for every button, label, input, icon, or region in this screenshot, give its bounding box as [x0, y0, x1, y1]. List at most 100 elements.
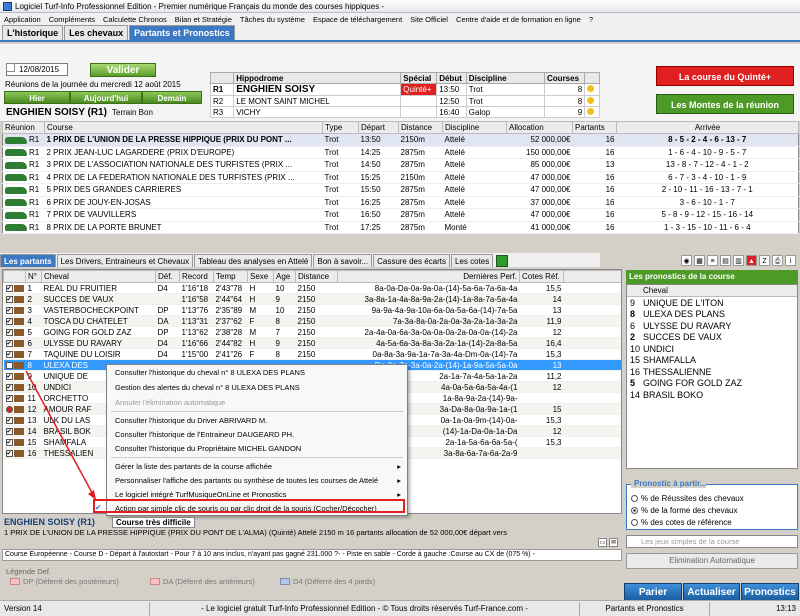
partant-check[interactable]: ✔ [3, 370, 26, 382]
checkbox-icon[interactable]: ✔ [5, 361, 13, 369]
valider-button[interactable]: Valider [90, 63, 156, 77]
menu-site[interactable]: Site Officiel [406, 15, 452, 24]
calendar-icon[interactable] [6, 63, 15, 72]
ctx-gerer-liste[interactable]: Gérer la liste des partants de la course… [107, 461, 407, 473]
eye-icon[interactable]: ◉ [681, 254, 692, 266]
date-input[interactable]: 12/08/2015 [6, 63, 68, 76]
list-icon[interactable]: ≡ [707, 254, 718, 266]
checkbox-icon[interactable]: ✔ [5, 295, 13, 303]
demain-button[interactable]: Demain [142, 91, 202, 104]
grid-icon[interactable]: ▦ [694, 254, 705, 266]
partant-check[interactable]: ✔ [3, 436, 26, 448]
partant-check[interactable]: ✔ [3, 447, 26, 459]
menu-telechargement[interactable]: Espace de téléchargement [309, 15, 406, 24]
pronostic-row[interactable]: 9 UNIQUE DE L'ITON [627, 297, 797, 309]
radio-forme[interactable]: % de la forme des chevaux [631, 505, 738, 516]
tab-partants[interactable]: Partants et Pronostics [129, 25, 235, 40]
partant-check[interactable]: ✔ [3, 381, 26, 393]
red-flag-icon[interactable]: ▲ [746, 254, 757, 266]
tab-chevaux[interactable]: Les chevaux [64, 25, 129, 40]
green-flag-icon[interactable] [496, 255, 509, 267]
checkbox-icon[interactable]: ✔ [5, 438, 13, 446]
checkbox-icon[interactable]: ✔ [5, 416, 13, 424]
course-row[interactable]: R1 4 PRIX DE LA FEDERATION NATIONALE DES … [2, 171, 799, 184]
partant-check[interactable]: ✔ [3, 337, 26, 349]
pronostic-row[interactable]: 2 SUCCES DE VAUX [627, 332, 797, 344]
partant-check[interactable]: ✔ [3, 315, 26, 327]
info-icon[interactable]: i [785, 254, 796, 266]
ctx-alertes-cheval[interactable]: Gestion des alertes du cheval n° 8 ULEXA… [107, 382, 407, 394]
checkbox-icon[interactable]: ✔ [5, 372, 13, 380]
menu-aide[interactable]: Centre d'aide et de formation en ligne [452, 15, 585, 24]
ctx-historique-proprietaire[interactable]: Consulter l'historique du Propriétaire M… [107, 443, 407, 455]
partant-row[interactable]: ✔ 1 REAL DU FRUITIER D4 1'16"18 2'43"78 H 10 215… [3, 282, 621, 294]
checkbox-icon[interactable]: ✔ [5, 317, 13, 325]
course-row[interactable]: R1 6 PRIX DE JOUY-EN-JOSAS Trot 16:25 2875m A… [2, 196, 799, 209]
partant-row[interactable]: ✔ 2 SUCCES DE VAUX 1'16"58 2'44"64 H 9 2150 3a-8… [3, 293, 621, 305]
no-entry-icon[interactable] [5, 405, 13, 413]
print-icon[interactable]: ⎙ [772, 254, 783, 266]
hippo-row[interactable]: R3 VICHY 16:40 Galop 9 [209, 106, 600, 118]
ctx-annuler-elimination[interactable]: Annuler l'élimination automatique [107, 397, 407, 409]
course-row[interactable]: R1 5 PRIX DES GRANDES CARRIERES Trot 15:50 2… [2, 183, 799, 197]
z-icon[interactable]: Z [759, 254, 770, 266]
pronostic-row[interactable]: 16 THESSALIENNE [627, 366, 797, 378]
checkbox-icon[interactable]: ✔ [5, 449, 13, 457]
hippo-row[interactable]: R2 LE MONT SAINT MICHEL 12:50 Trot 8 [209, 95, 600, 107]
tab-drivers[interactable]: Les Drivers, Entraineurs et Chevaux [56, 254, 194, 267]
radio-cotes[interactable]: % des cotes de référence [631, 517, 732, 528]
partant-check[interactable]: ✔ [3, 414, 26, 426]
course-row[interactable]: R1 8 PRIX DE LA PORTE BRUNET Trot 17:25 2875… [2, 221, 799, 234]
menu-application[interactable]: Application [0, 15, 45, 24]
partant-check[interactable]: ✔ [3, 359, 26, 371]
tab-les-partants[interactable]: Les partants [0, 254, 56, 267]
partant-check[interactable]: ✔ [3, 425, 26, 437]
ctx-personnaliser[interactable]: Personnaliser l'affiche des partants ou … [107, 475, 407, 487]
course-row[interactable]: R1 1 PRIX DE L'UNION DE LA PRESSE HIPPIQU… [2, 133, 799, 147]
checkbox-icon[interactable]: ✔ [5, 339, 13, 347]
menu-complements[interactable]: Compléments [45, 15, 99, 24]
pronostics-button[interactable]: Pronostics [741, 583, 799, 601]
checkbox-icon[interactable]: ✔ [5, 284, 13, 292]
menu-help[interactable]: ? [585, 15, 597, 24]
partant-row[interactable]: ✔ 5 GOING FOR GOLD ZAZ DP 1'13"62 2'38"28 M 7 21… [3, 326, 621, 338]
checkbox-icon[interactable]: ✔ [5, 427, 13, 435]
partant-check[interactable]: ✔ [3, 392, 26, 404]
ctx-historique-driver[interactable]: Consulter l'historique du Driver ABRIVAR… [107, 415, 407, 427]
checkbox-icon[interactable]: ✔ [5, 306, 13, 314]
partant-check[interactable]: ✔ [3, 282, 26, 294]
partant-check[interactable]: ✔ [3, 304, 26, 316]
partant-row[interactable]: ✔ 7 TAQUINE DU LOISIR D4 1'15"00 2'41"26 F 8 215… [3, 348, 621, 360]
checkbox-icon[interactable]: ✔ [5, 350, 13, 358]
tab-analyses[interactable]: Tableau des analyses en Attelé [194, 254, 313, 267]
hier-button[interactable]: Hier [4, 91, 70, 104]
sheet-icon[interactable]: ▥ [733, 254, 744, 266]
montes-button[interactable]: Les Montes de la réunion [656, 94, 794, 114]
quinte-button[interactable]: La course du Quinté+ [656, 66, 794, 86]
checkbox-icon[interactable]: ✔ [5, 383, 13, 391]
book-icon[interactable]: ▤ [720, 254, 731, 266]
tab-cotes[interactable]: Les cotes [451, 254, 494, 267]
hippo-row[interactable]: R1 ENGHIEN SOISY Quinté+ 13:50 Trot 8 [209, 83, 600, 96]
partant-row[interactable]: ✔ 6 ULYSSE DU RAVARY D4 1'16"66 2'44"82 H 9 2150… [3, 337, 621, 349]
menu-taches[interactable]: Tâches du système [236, 15, 309, 24]
course-row[interactable]: R1 2 PRIX JEAN-LUC LAGARDERE (PRIX D'EURO… [2, 146, 799, 159]
menu-calculette[interactable]: Calculette Chronos [99, 15, 171, 24]
jeux-simples-field[interactable]: Les jeux simples de la course [626, 535, 798, 548]
partant-row[interactable]: ✔ 3 VASTERBOCHECKPOINT DP 1'13"76 2'35"89 M 10 2… [3, 304, 621, 316]
tab-bon-a-savoir[interactable]: Bon à savoir... [313, 254, 373, 267]
pronostic-row[interactable]: 14 BRASIL BOKO [627, 389, 797, 401]
checkbox-icon[interactable]: ✔ [5, 394, 13, 402]
ctx-historique-entraineur[interactable]: Consulter l'historique de l'Entraineur D… [107, 429, 407, 441]
parier-button[interactable]: Parier [624, 583, 682, 601]
partant-check[interactable]: ✔ [3, 326, 26, 338]
tab-historique[interactable]: L'historique [2, 25, 64, 40]
course-row[interactable]: R1 3 PRIX DE L'ASSOCIATION NATIONALE DES … [2, 158, 799, 172]
elimination-button[interactable]: Elimination Automatique [626, 553, 798, 569]
pronostic-row[interactable]: 5 GOING FOR GOLD ZAZ [627, 378, 797, 390]
partant-row[interactable]: ✔ 4 TOSCA DU CHATELET DA 1'13"31 2'37"62 F 8 215… [3, 315, 621, 327]
actualiser-button[interactable]: Actualiser [683, 583, 740, 601]
partant-check[interactable] [3, 403, 26, 415]
tab-cassure[interactable]: Cassure des écarts [373, 254, 451, 267]
menu-bilan[interactable]: Bilan et Stratégie [171, 15, 236, 24]
